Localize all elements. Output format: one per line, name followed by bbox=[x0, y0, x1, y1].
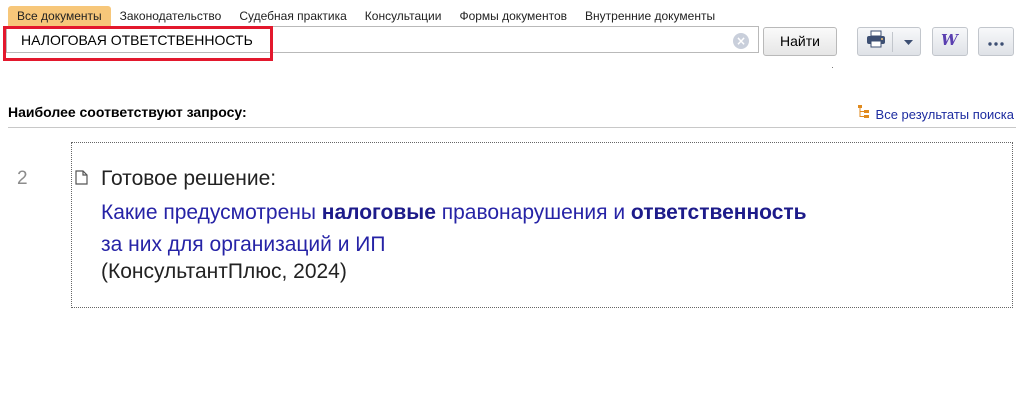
find-button[interactable]: Найти bbox=[763, 27, 837, 56]
results-section-title: Наиболее соответствуют запросу: bbox=[8, 104, 247, 120]
result-title-part[interactable]: Какие предусмотрены bbox=[101, 201, 322, 224]
search-box bbox=[6, 26, 759, 53]
result-title-part[interactable]: за них для организаций и ИП bbox=[101, 233, 385, 256]
result-number: 2 bbox=[17, 168, 28, 189]
document-type-tabs: Все документы Законодательство Судебная … bbox=[8, 6, 724, 26]
tab-legislation[interactable]: Законодательство bbox=[111, 6, 231, 26]
tree-list-icon bbox=[857, 105, 870, 123]
document-icon bbox=[75, 170, 88, 190]
result-title-keyword[interactable]: налоговые bbox=[322, 201, 436, 224]
chevron-down-icon[interactable] bbox=[903, 33, 913, 51]
print-button[interactable] bbox=[857, 27, 921, 56]
search-input[interactable] bbox=[7, 27, 721, 52]
printer-icon bbox=[866, 30, 886, 53]
result-title-part[interactable]: правонарушения и bbox=[436, 201, 631, 224]
tab-all-documents[interactable]: Все документы bbox=[8, 6, 111, 26]
result-source: (КонсультантПлюс, 2024) bbox=[101, 260, 347, 283]
result-title-link[interactable]: Какие предусмотрены налоговые правонаруш… bbox=[101, 197, 961, 261]
tab-internal-documents[interactable]: Внутренние документы bbox=[576, 6, 724, 26]
more-options-button[interactable] bbox=[978, 27, 1014, 56]
tab-document-forms[interactable]: Формы документов bbox=[450, 6, 576, 26]
tab-court-practice[interactable]: Судебная практика bbox=[230, 6, 355, 26]
svg-text:W: W bbox=[941, 31, 960, 47]
tab-consultations[interactable]: Консультации bbox=[356, 6, 451, 26]
button-separator bbox=[892, 32, 893, 52]
result-type: Готовое решение: bbox=[101, 167, 277, 190]
word-export-icon: W bbox=[940, 31, 960, 52]
more-dots-icon bbox=[988, 33, 1004, 51]
section-divider bbox=[8, 127, 1016, 128]
word-export-button[interactable]: W bbox=[932, 27, 968, 56]
toolbar-mark: · bbox=[831, 62, 834, 72]
clear-circle-icon[interactable]: × bbox=[733, 33, 749, 49]
all-results-label[interactable]: Все результаты поиска bbox=[876, 107, 1014, 122]
all-results-link[interactable]: Все результаты поиска bbox=[857, 105, 1014, 123]
result-title-keyword[interactable]: ответственность bbox=[631, 201, 807, 224]
